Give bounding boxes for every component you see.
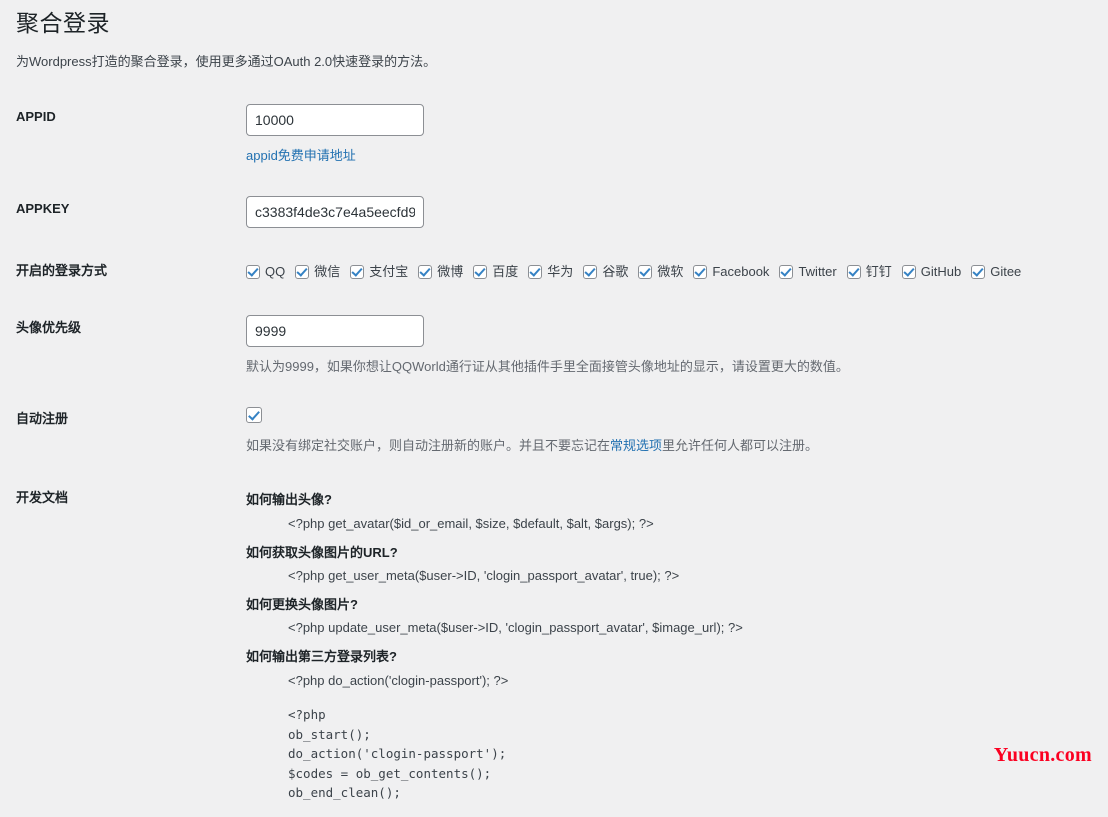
label-auto-register: 自动注册 xyxy=(16,411,69,427)
row-auto-register: 自动注册 如果没有绑定社交账户，则自动注册新的账户。并且不要忘记在常规选项里允许… xyxy=(0,391,1108,470)
cell-avatar-priority: 默认为9999，如果你想让QQWorld通行证从其他插件手里全面接管头像地址的显… xyxy=(236,300,1108,392)
login-method-微信[interactable]: 微信 xyxy=(295,262,340,282)
page-subtitle: 为Wordpress打造的聚合登录，使用更多通过OAuth 2.0快速登录的方法… xyxy=(16,53,437,69)
checkbox-qq[interactable] xyxy=(246,264,260,279)
login-method-gitee[interactable]: Gitee xyxy=(971,262,1021,282)
row-login-methods: 开启的登录方式 QQ 微信 支付宝 微博 百度 华为 谷歌 微软 Facebook Twitter… xyxy=(0,243,1108,300)
login-method-twitter[interactable]: Twitter xyxy=(779,262,837,282)
doc-answer: <?php do_action('clogin-passport'); ?> xyxy=(288,672,509,688)
login-method-label: 华为 xyxy=(547,263,574,279)
login-method-label: QQ xyxy=(265,263,286,279)
auto-register-desc-after: 里允许任何人都可以注册。 xyxy=(662,437,819,453)
login-method-支付宝[interactable]: 支付宝 xyxy=(350,262,408,282)
login-method-qq[interactable]: QQ xyxy=(246,262,285,282)
doc-answer: <?php update_user_meta($user->ID, 'clogi… xyxy=(288,620,743,636)
appid-apply-link[interactable]: appid免费申请地址 xyxy=(246,146,1098,166)
login-method-label: Gitee xyxy=(990,263,1022,279)
checkbox-微博[interactable] xyxy=(418,264,433,279)
cell-appid: appid免费申请地址 xyxy=(236,89,1108,181)
auto-register-checkbox[interactable] xyxy=(246,407,262,424)
checkbox-gitee[interactable] xyxy=(971,264,986,279)
row-avatar-priority: 头像优先级 默认为9999，如果你想让QQWorld通行证从其他插件手里全面接管… xyxy=(0,300,1108,392)
row-dev-docs: 开发文档 如何输出头像? <?php get_avatar($id_or_emai… xyxy=(0,470,1108,817)
settings-page: 聚合登录 为Wordpress打造的聚合登录，使用更多通过OAuth 2.0快速… xyxy=(0,0,1108,811)
label-avatar-priority: 头像优先级 xyxy=(16,319,82,335)
auto-register-desc-before: 如果没有绑定社交账户，则自动注册新的账户。并且不要忘记在 xyxy=(246,437,611,453)
login-method-label: Twitter xyxy=(798,263,837,279)
login-method-钉钉[interactable]: 钉钉 xyxy=(846,262,892,282)
site-watermark: Yuucn.com xyxy=(993,744,1092,766)
cell-dev-docs: 如何输出头像? <?php get_avatar($id_or_email, $s… xyxy=(236,470,1108,817)
label-appid: APPID xyxy=(16,109,56,125)
row-appkey: APPKEY xyxy=(0,181,1108,243)
login-method-label: 微博 xyxy=(437,263,464,279)
label-appkey: APPKEY xyxy=(16,200,70,216)
general-options-link[interactable]: 常规选项 xyxy=(610,438,662,453)
login-method-label: 谷歌 xyxy=(602,263,629,279)
login-method-label: 支付宝 xyxy=(369,263,409,279)
checkbox-github[interactable] xyxy=(901,264,916,279)
login-method-微博[interactable]: 微博 xyxy=(418,262,463,282)
avatar-priority-description: 默认为9999，如果你想让QQWorld通行证从其他插件手里全面接管头像地址的显… xyxy=(246,358,849,374)
doc-question: 如何输出第三方登录列表? xyxy=(246,649,397,665)
checkbox-华为[interactable] xyxy=(528,264,543,279)
login-method-label: 百度 xyxy=(492,263,519,279)
login-method-谷歌[interactable]: 谷歌 xyxy=(583,262,628,282)
checkbox-百度[interactable] xyxy=(473,264,488,279)
cell-auto-register: 如果没有绑定社交账户，则自动注册新的账户。并且不要忘记在常规选项里允许任何人都可… xyxy=(236,391,1108,470)
label-login-methods: 开启的登录方式 xyxy=(16,262,108,278)
avatar-priority-input[interactable] xyxy=(246,314,424,347)
page-title: 聚合登录 xyxy=(16,10,110,36)
doc-question: 如何获取头像图片的URL? xyxy=(246,544,398,560)
doc-answer: <?php get_user_meta($user->ID, 'clogin_p… xyxy=(288,568,680,584)
doc-question: 如何更换头像图片? xyxy=(246,596,358,612)
login-method-github[interactable]: GitHub xyxy=(901,262,962,282)
dev-docs-container: 如何输出头像? <?php get_avatar($id_or_email, $s… xyxy=(246,485,1098,691)
login-method-label: GitHub xyxy=(920,263,962,279)
cell-appkey xyxy=(236,181,1108,243)
auto-register-description: 如果没有绑定社交账户，则自动注册新的账户。并且不要忘记在常规选项里允许任何人都可… xyxy=(246,436,1098,456)
checkbox-微信[interactable] xyxy=(295,264,310,279)
login-method-facebook[interactable]: Facebook xyxy=(693,262,769,282)
checkbox-谷歌[interactable] xyxy=(583,264,598,279)
login-method-百度[interactable]: 百度 xyxy=(473,262,518,282)
login-methods-checkbox-group: QQ 微信 支付宝 微博 百度 华为 谷歌 微软 Facebook Twitter 钉钉 GitHub… xyxy=(246,258,1098,281)
checkbox-微软[interactable] xyxy=(638,264,653,279)
checkbox-facebook[interactable] xyxy=(693,264,708,279)
checkbox-支付宝[interactable] xyxy=(350,264,365,279)
row-appid: APPID appid免费申请地址 xyxy=(0,89,1108,181)
checkbox-twitter[interactable] xyxy=(779,264,794,279)
login-method-label: 微软 xyxy=(657,263,684,279)
doc-answer: <?php get_avatar($id_or_email, $size, $d… xyxy=(288,515,654,531)
checkbox-钉钉[interactable] xyxy=(846,264,861,279)
login-method-华为[interactable]: 华为 xyxy=(528,262,573,282)
login-method-label: Facebook xyxy=(712,263,770,279)
label-dev-docs: 开发文档 xyxy=(16,490,69,506)
cell-login-methods: QQ 微信 支付宝 微博 百度 华为 谷歌 微软 Facebook Twitter 钉钉 GitHub… xyxy=(236,243,1108,300)
appkey-input[interactable] xyxy=(246,195,424,228)
login-method-微软[interactable]: 微软 xyxy=(638,262,683,282)
login-method-label: 钉钉 xyxy=(865,263,892,279)
login-method-label: 微信 xyxy=(314,263,341,279)
appid-input[interactable] xyxy=(246,104,424,137)
doc-question: 如何输出头像? xyxy=(246,492,332,508)
settings-form-table: APPID appid免费申请地址 APPKEY 开启的登录方式 QQ 微信 支付宝… xyxy=(0,89,1108,817)
dev-docs-code-block: <?php ob_start(); do_action('clogin-pass… xyxy=(288,707,507,800)
